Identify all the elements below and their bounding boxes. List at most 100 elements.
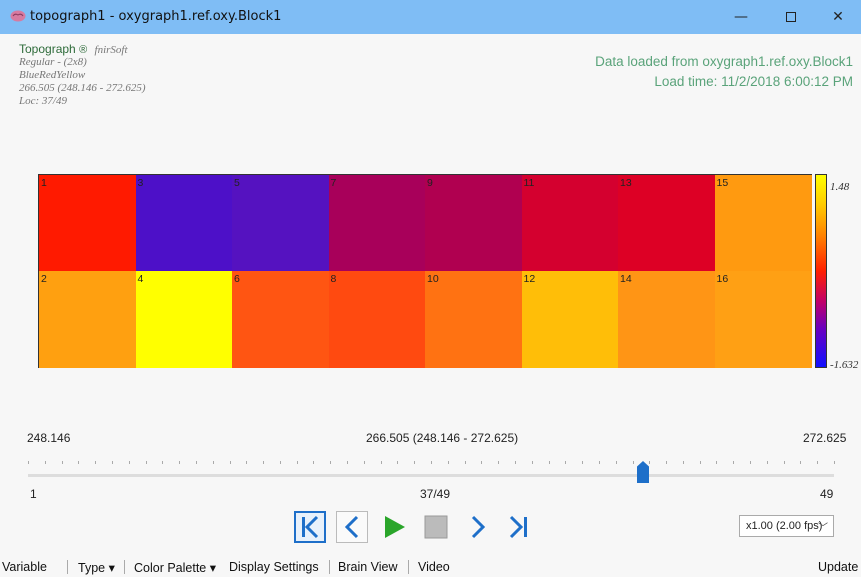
heatmap-cell-label: 5 [234, 177, 240, 189]
slider-tick [279, 461, 281, 464]
slider-tick [565, 461, 567, 464]
slider-tick [682, 461, 684, 464]
heatmap-cell-label: 8 [330, 273, 337, 285]
maximize-button[interactable] [768, 0, 814, 34]
slider-tick [162, 461, 164, 464]
slider-tick [699, 461, 701, 464]
slider-tick [179, 461, 181, 464]
heatmap-cell-label: 7 [330, 177, 337, 189]
brand-name: Topograph [19, 42, 76, 56]
slider-tick [716, 461, 718, 464]
info-panel: Topograph ® fnirSoft Regular - (2x8) Blu… [19, 42, 146, 108]
frame-current-label: 37/49 [420, 487, 451, 501]
slider-tick [498, 461, 500, 464]
menu-color-palette[interactable]: Color Palette ▾ [134, 560, 216, 575]
playback-speed-select[interactable]: x1.00 (2.00 fps) ﹀ [739, 515, 834, 537]
heatmap-cell: 11 [521, 175, 619, 272]
heatmap-cell: 13 [618, 175, 715, 272]
heatmap-cell-label: 11 [523, 177, 535, 189]
menu-video[interactable]: Video [418, 560, 450, 574]
menu-brain-view[interactable]: Brain View [338, 560, 398, 574]
menu-separator [124, 560, 125, 574]
heatmap-cell-label: 4 [137, 273, 144, 285]
last-frame-button[interactable] [504, 511, 536, 543]
slider-tick [212, 461, 214, 464]
chevron-right-icon [471, 515, 486, 539]
slider-tick [330, 461, 332, 464]
slider-tick [78, 461, 80, 464]
menu-update[interactable]: Update [818, 560, 858, 574]
range-min-label: 248.146 [27, 431, 71, 445]
slider-tick [128, 461, 130, 464]
play-button[interactable] [378, 511, 410, 543]
slider-tick [514, 461, 516, 464]
menu-variable[interactable]: Variable [2, 560, 47, 574]
heatmap-cell-label: 2 [41, 273, 47, 285]
slider-tick [111, 461, 113, 464]
close-icon: ✕ [832, 9, 844, 25]
heatmap-cell: 4 [135, 271, 233, 368]
slider-tick [363, 461, 365, 464]
minimize-button[interactable]: — [718, 0, 764, 34]
stop-button[interactable] [420, 511, 452, 543]
heatmap-cell: 1 [39, 175, 136, 272]
slider-tick [229, 461, 231, 464]
brain-icon [10, 10, 26, 22]
slider-tick [380, 461, 382, 464]
slider-tick [481, 461, 483, 464]
previous-frame-button[interactable] [336, 511, 368, 543]
menu-type[interactable]: Type ▾ [78, 560, 115, 575]
stop-icon [424, 515, 448, 539]
next-frame-button[interactable] [462, 511, 494, 543]
menu-separator [329, 560, 330, 574]
slider-tick [649, 461, 651, 464]
slider-tick [783, 461, 785, 464]
heatmap-cell: 5 [232, 175, 329, 272]
menu-display-settings[interactable]: Display Settings [229, 560, 319, 574]
slider-tick [598, 461, 600, 464]
heatmap-cell: 9 [425, 175, 522, 272]
heatmap-cell: 10 [425, 271, 522, 368]
heatmap-cell: 12 [521, 271, 619, 368]
slider-tick [800, 461, 802, 464]
brand-sub: fnirSoft [94, 44, 128, 56]
menu-separator [67, 560, 68, 574]
color-scale-bar [815, 174, 827, 368]
slider-tick [313, 461, 315, 464]
slider-tick [632, 461, 634, 464]
heatmap-cell-label: 16 [716, 273, 729, 285]
heatmap-cell-label: 12 [523, 273, 536, 285]
frame-start-label: 1 [30, 487, 37, 501]
chevron-down-icon: ﹀ [818, 523, 828, 534]
heatmap-cell-label: 9 [427, 177, 433, 189]
data-loaded-text: Data loaded from oxygraph1.ref.oxy.Block… [595, 54, 853, 69]
slider-tick [347, 461, 349, 464]
skip-to-end-icon [509, 515, 527, 539]
heatmap-cell-label: 10 [427, 273, 439, 285]
close-button[interactable]: ✕ [815, 0, 861, 34]
palette-line: BlueRedYellow [19, 69, 86, 81]
heatmap-cell: 2 [39, 271, 136, 368]
color-scale-min: -1.632 [830, 359, 859, 371]
frame-end-label: 49 [820, 487, 834, 501]
slider-ticks [28, 461, 835, 465]
heatmap-cell-label: 13 [620, 177, 632, 189]
maximize-icon [786, 12, 796, 22]
slider-tick [582, 461, 584, 464]
color-scale-max: 1.48 [830, 181, 850, 193]
slider-tick [531, 461, 533, 464]
slider-tick [296, 461, 298, 464]
slider-tick [464, 461, 466, 464]
heatmap-cell: 16 [714, 271, 812, 368]
heatmap-cell-label: 6 [234, 273, 240, 285]
slider-tick [447, 461, 449, 464]
play-icon [385, 516, 405, 538]
slider-tick [750, 461, 752, 464]
minimize-icon: — [734, 9, 748, 25]
first-frame-button[interactable] [294, 511, 326, 543]
title-bar: topograph1 - oxygraph1.ref.oxy.Block1 — … [0, 0, 861, 34]
slider-tick [28, 461, 29, 464]
slider-tick [246, 461, 248, 464]
time-slider-track[interactable] [28, 474, 834, 477]
range-current-label: 266.505 (248.146 - 272.625) [366, 431, 519, 445]
